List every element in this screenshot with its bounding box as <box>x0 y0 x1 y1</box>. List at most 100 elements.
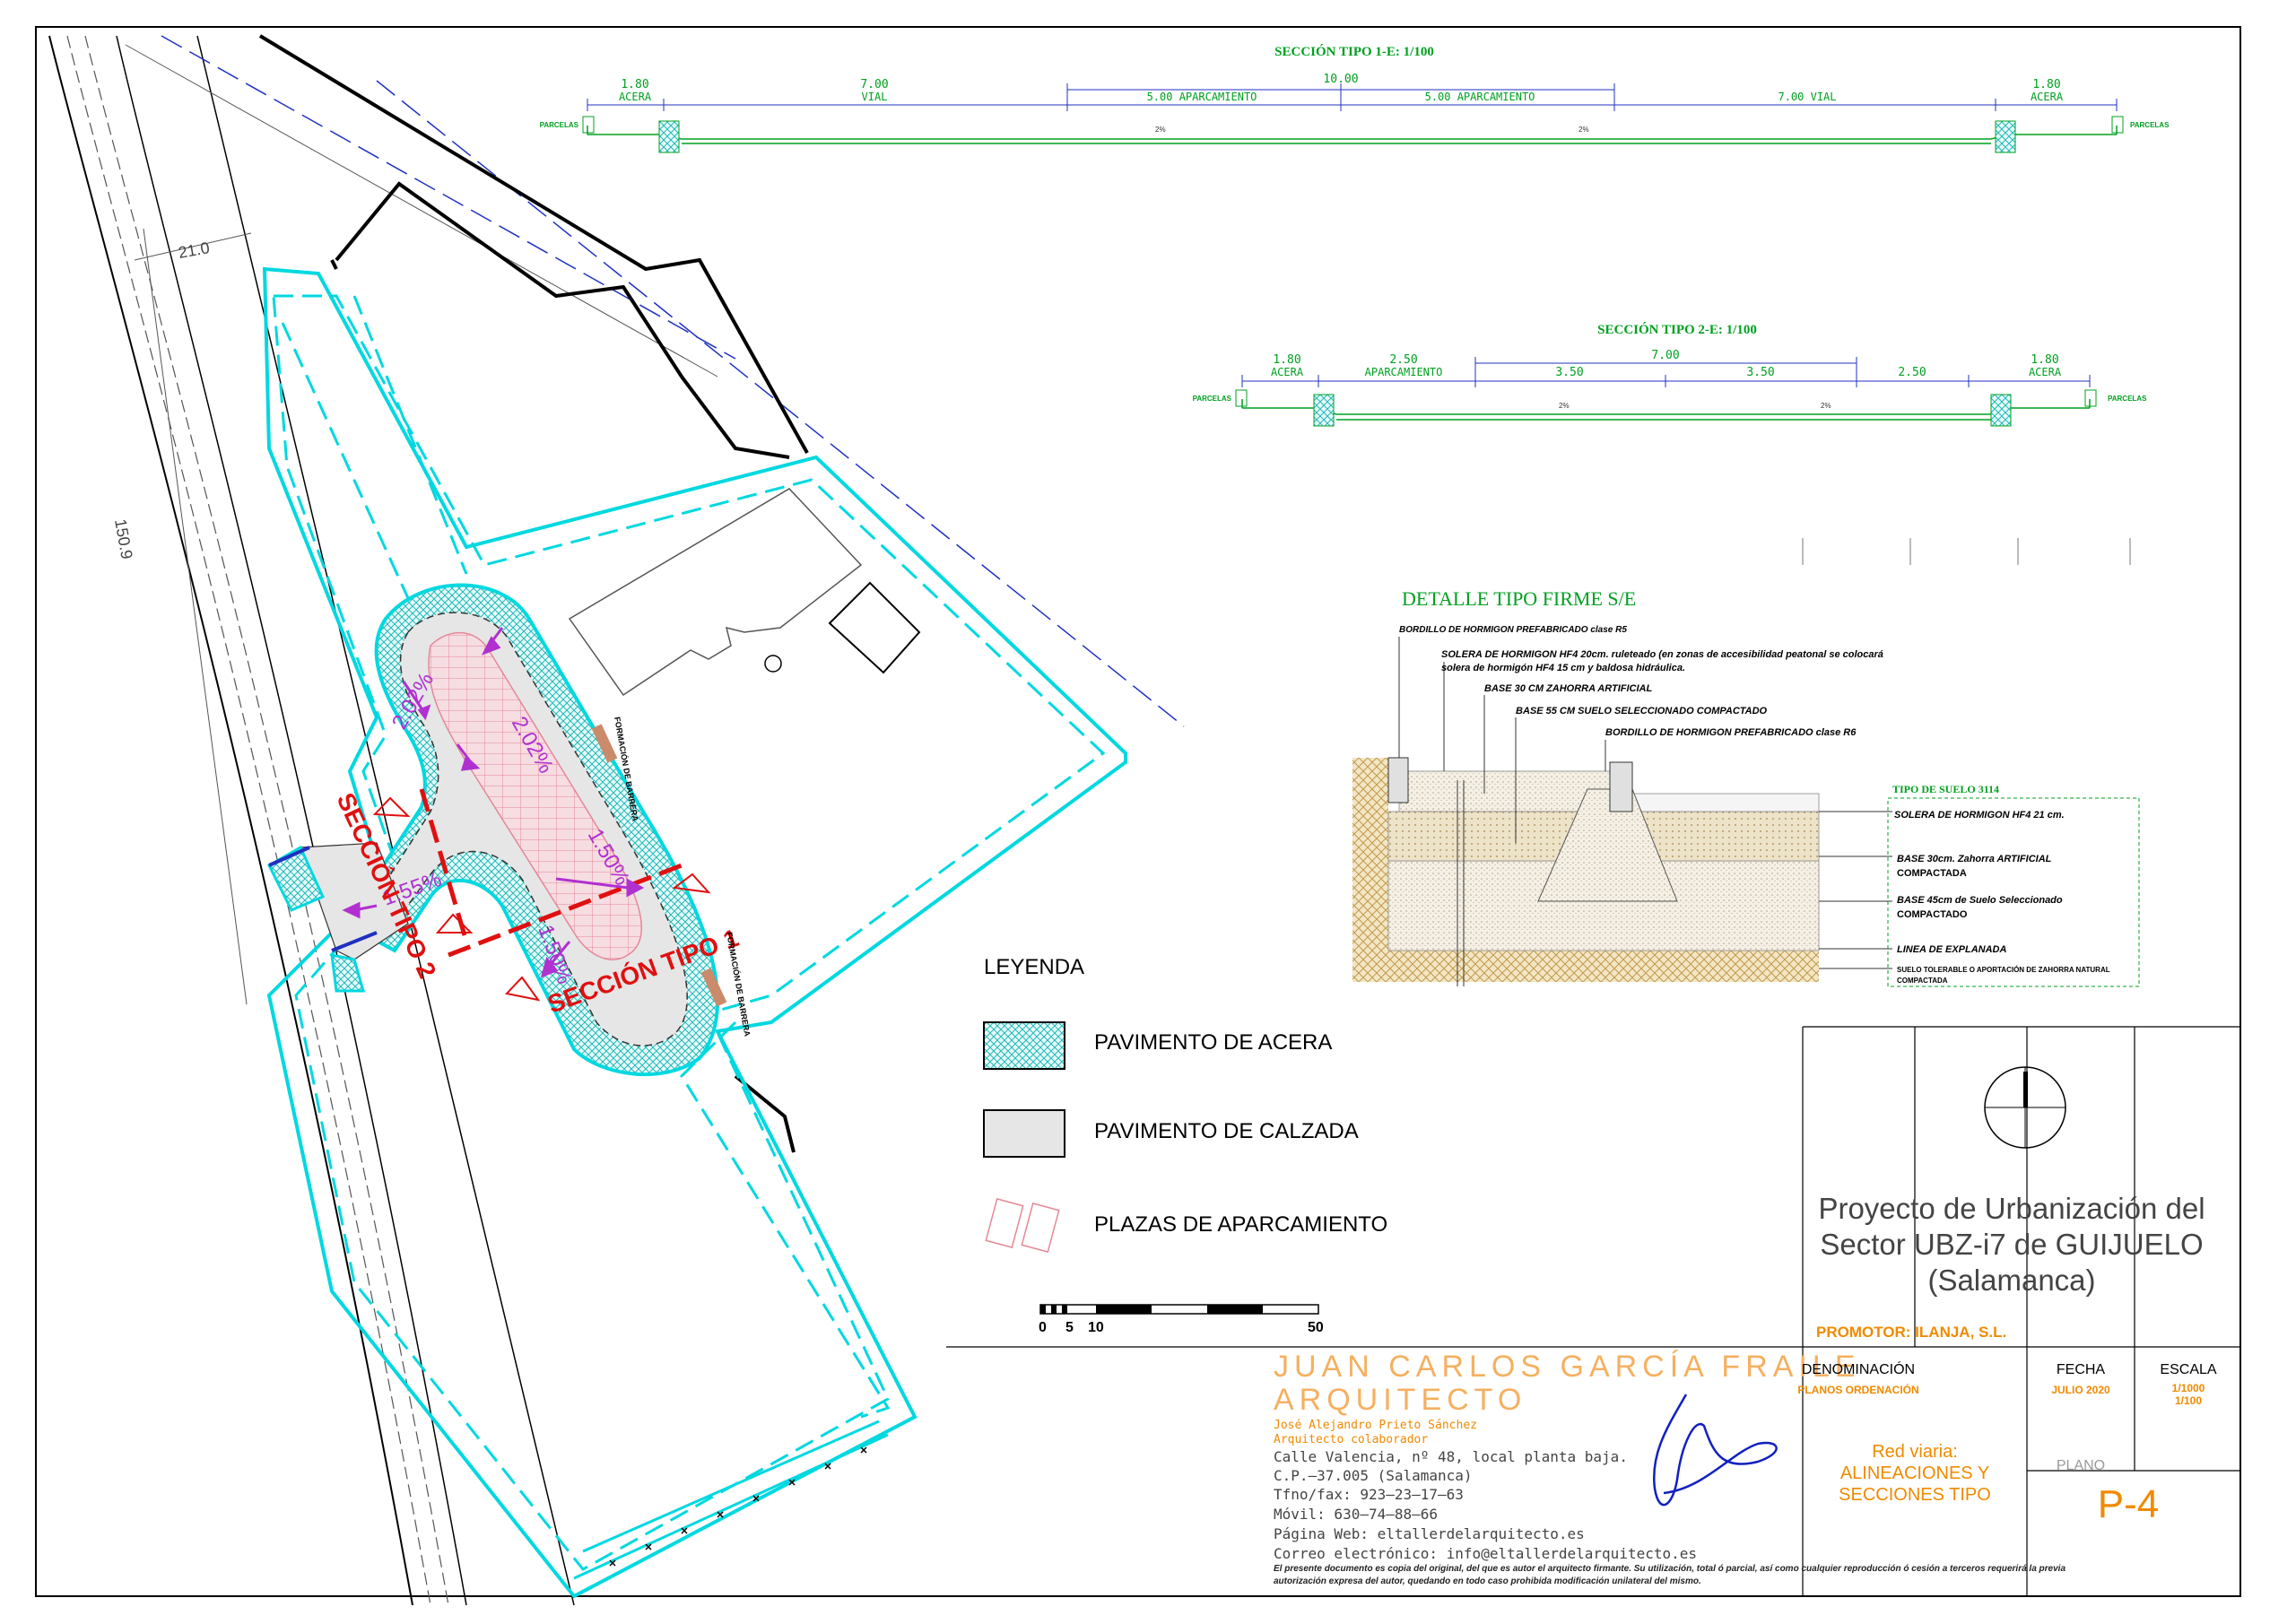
s1-dim: 1.80 <box>621 78 648 91</box>
leyenda-title: LEYENDA <box>984 955 1084 979</box>
s2-lab: APARCAMIENTO <box>1365 366 1443 378</box>
detalle-note: BORDILLO DE HORMIGON PREFABRICADO clase … <box>1399 625 1627 635</box>
curb-left <box>658 120 680 153</box>
leyenda: LEYENDA PAVIMENTO DE ACERA PAVIMENTO DE … <box>983 955 1387 1335</box>
s2-dim: 7.00 <box>1651 349 1679 362</box>
escala-val: 1/1000 <box>2172 1382 2205 1394</box>
parcelas-left: PARCELAS <box>1193 395 1232 403</box>
suelo-title: TIPO DE SUELO 3114 <box>1892 783 1999 795</box>
black-boundary <box>330 259 338 270</box>
project-title: (Salamanca) <box>1927 1264 2095 1297</box>
section1-profile <box>587 126 2118 144</box>
section-arrow <box>505 976 541 1002</box>
plano-head: PLANO <box>2057 1458 2105 1473</box>
suelo-item: BASE 30cm. Zahorra ARTIFICIAL <box>1897 854 2052 864</box>
escala-val: 1/100 <box>2175 1394 2202 1407</box>
legend-label-aparcamiento: PLAZAS DE APARCAMIENTO <box>1094 1212 1387 1237</box>
soil-bottom <box>1352 951 1819 982</box>
suelo-item: SUELO TOLERABLE O APORTACIÓN DE ZAHORRA … <box>1897 966 2110 974</box>
red-title: ALINEACIONES Y <box>1840 1463 1989 1483</box>
slope-mark: 2% <box>1821 402 1831 410</box>
scale-label: 5 <box>1065 1320 1074 1335</box>
s2-dim: 2.50 <box>1898 366 1926 379</box>
s1-dim: 10.00 <box>1323 73 1358 86</box>
s1-lab: VIAL <box>862 91 888 103</box>
inner-dashed-edge <box>680 1020 891 1419</box>
suelo-item: BASE 45cm de Suelo Seleccionado <box>1897 895 2063 906</box>
dim-21: 21.0 <box>177 239 211 262</box>
bordillo-left <box>1387 757 1409 803</box>
x-marks-row <box>609 1446 867 1567</box>
denominacion-val: PLANOS ORDENACIÓN <box>1797 1383 1918 1396</box>
road-edge-line <box>66 35 431 1606</box>
building-footprint <box>828 581 921 674</box>
s2-lab: ACERA <box>2029 366 2062 378</box>
parcel-box-right <box>2084 389 2097 407</box>
well-circle <box>764 655 782 673</box>
legend-swatch-calzada <box>983 1109 1065 1158</box>
promotor: PROMOTOR: ILANJA, S.L. <box>1816 1324 2006 1341</box>
parcel-box-right <box>2111 116 2124 134</box>
parcelas-right: PARCELAS <box>2108 395 2147 403</box>
scale-bar <box>1039 1304 1319 1315</box>
section-tipo-2: SECCIÓN TIPO 2-E: 1/100 1.80 ACERA 2.50 … <box>1193 322 2147 427</box>
legend-swatch-aparcamiento <box>985 1198 1060 1253</box>
s1-lab: ACERA <box>619 91 652 103</box>
section-arrow <box>435 913 474 934</box>
suelo-item: COMPACTADA <box>1897 868 1967 879</box>
suelo-item: COMPACTADA <box>1897 977 1948 985</box>
inner-dashed-wedge <box>281 295 468 629</box>
suelo-leaders <box>1819 811 1892 969</box>
section2-title: SECCIÓN TIPO 2-E: 1/100 <box>1597 322 1757 337</box>
fecha-val: JULIO 2020 <box>2051 1384 2110 1396</box>
detalle-note: BASE 30 CM ZAHORRA ARTIFICIAL <box>1484 683 1652 694</box>
suelo-box <box>1887 797 2140 987</box>
address-line: Página Web: eltallerdelarquitecto.es <box>1274 1525 1585 1542</box>
detalle-note: solera de hormigón HF4 15 cm y baldosa h… <box>1441 663 1685 673</box>
s1-lab: ACERA <box>2031 91 2064 103</box>
arquitecto-name: JUAN CARLOS GARCÍA FRAILE <box>1274 1350 1860 1384</box>
curb-left <box>1313 394 1335 427</box>
detalle-note: BASE 55 CM SUELO SELECCIONADO COMPACTADO <box>1516 706 1768 716</box>
project-title: Proyecto de Urbanización del <box>1818 1192 2205 1225</box>
dim-line-150 <box>143 228 248 1005</box>
dim-150: 150.9 <box>111 517 136 560</box>
solera-right <box>1627 793 1820 812</box>
colaborador: Arquitecto colaborador <box>1274 1433 1428 1446</box>
plan-view: 21.0 150.9 2.02% 2.02% 1.50% 1.55% 1.50%… <box>48 34 1185 1606</box>
plano-val: P-4 <box>2098 1482 2159 1526</box>
project-title: Sector UBZ-i7 de GUIJUELO <box>1820 1228 2203 1261</box>
north-arrow-icon <box>2023 1072 2028 1107</box>
disclaimer: El presente documento es copia del origi… <box>1274 1564 2066 1574</box>
s2-dim: 1.80 <box>2031 353 2058 367</box>
slope-mark: 2% <box>1155 126 1166 134</box>
drawing-sheet: 21.0 150.9 2.02% 2.02% 1.50% 1.55% 1.50%… <box>35 26 2241 1606</box>
legend-label-acera: PAVIMENTO DE ACERA <box>1094 1030 1332 1055</box>
s2-lab: ACERA <box>1271 366 1304 378</box>
s2-dim: 3.50 <box>1746 366 1774 379</box>
dim-line <box>587 83 2118 111</box>
legend-swatch-acera <box>983 1021 1065 1070</box>
disclaimer: autorización expresa del autor, quedando… <box>1274 1576 1701 1586</box>
s2-dim: 1.80 <box>1273 353 1300 367</box>
section2-profile <box>1241 399 2091 421</box>
suelo-item: LINEA DE EXPLANADA <box>1897 944 2006 955</box>
red-title: SECCIONES TIPO <box>1839 1485 1991 1505</box>
section-tipo-1: SECCIÓN TIPO 1-E: 1/100 1.80 ACERA 7.00 … <box>540 44 2170 153</box>
s1-lab: 5.00 APARCAMIENTO <box>1425 91 1535 103</box>
address-line: Correo electrónico: info@eltallerdelarqu… <box>1274 1545 1697 1562</box>
divider-ticks <box>1802 538 2131 565</box>
blue-dashed-line <box>161 35 736 360</box>
address-line: Calle Valencia, nº 48, local planta baja… <box>1274 1448 1628 1465</box>
scale-label: 10 <box>1088 1320 1104 1335</box>
s2-dim: 2.50 <box>1389 353 1417 367</box>
s1-dim: 7.00 <box>860 78 888 91</box>
parcelas-right: PARCELAS <box>2130 121 2170 129</box>
section-arrow <box>372 796 411 818</box>
detalle-note: SOLERA DE HORMIGON HF4 20cm. ruleteado (… <box>1441 649 1883 660</box>
signature <box>1652 1394 1778 1507</box>
parcelas-left: PARCELAS <box>540 121 579 129</box>
scale-label: 0 <box>1039 1320 1047 1335</box>
parcel-edge-bottom <box>573 1420 889 1580</box>
parcel-box-left <box>582 116 595 134</box>
